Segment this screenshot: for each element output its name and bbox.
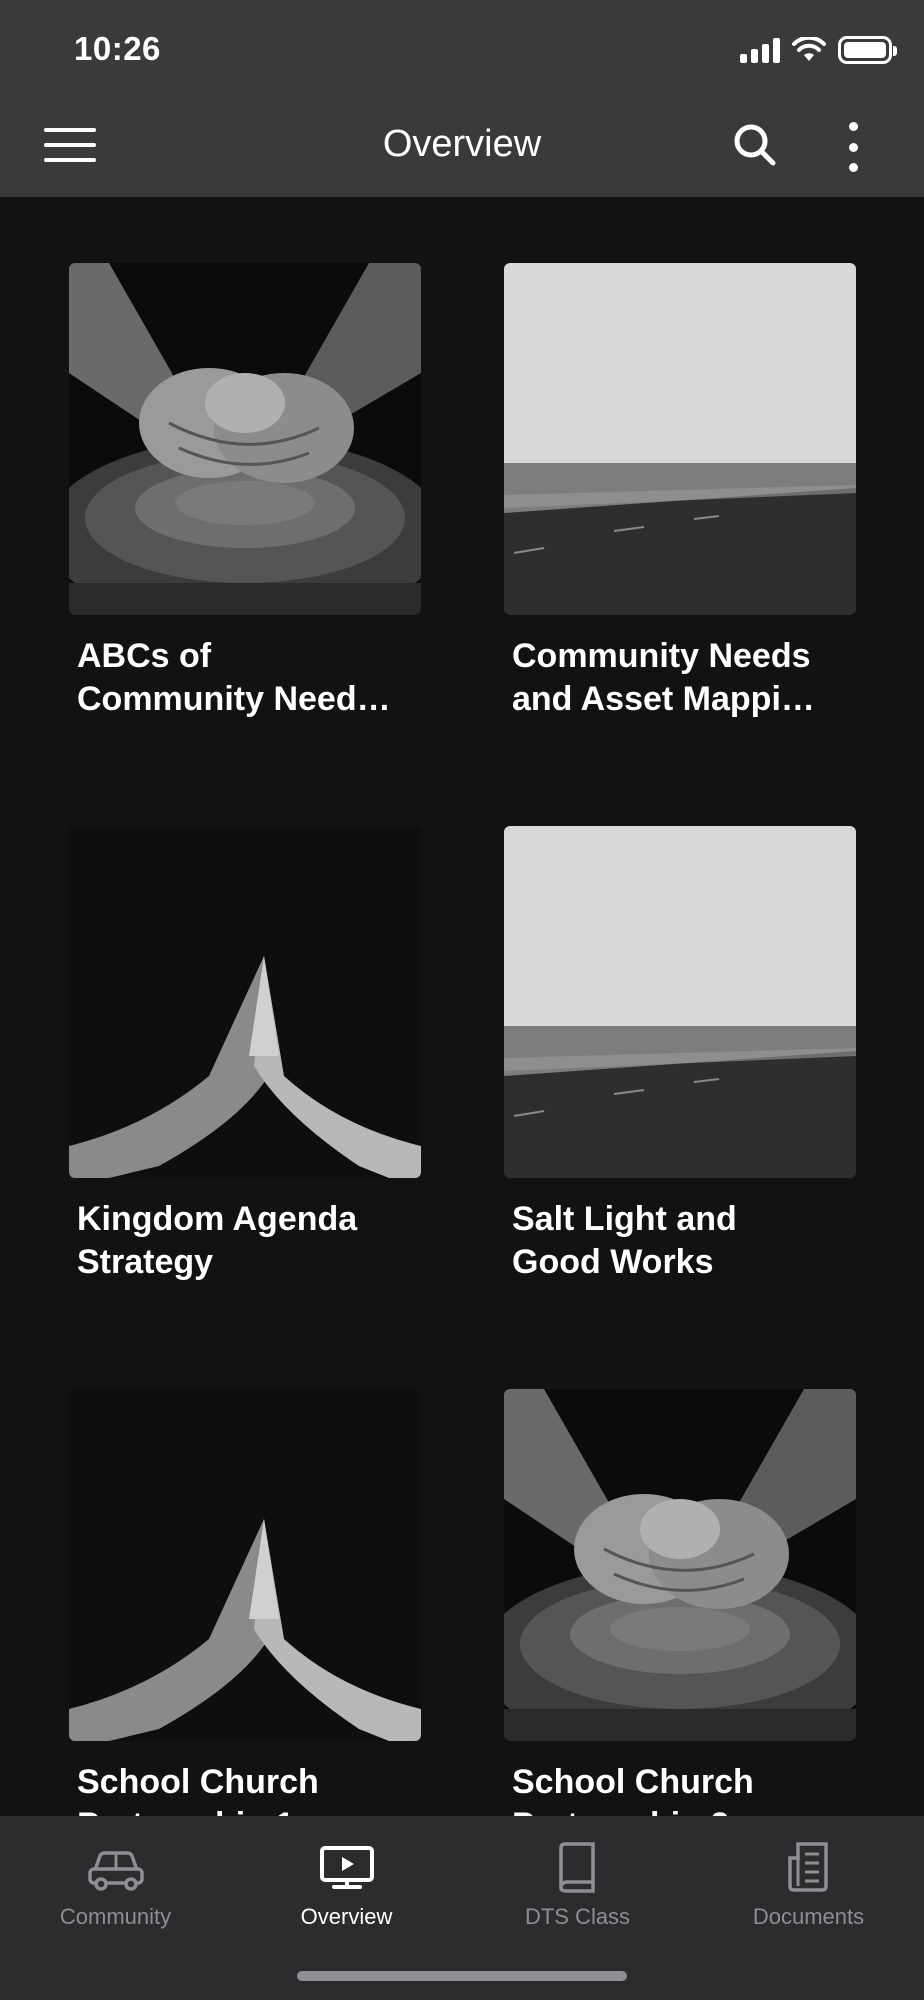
course-thumbnail: [504, 826, 856, 1178]
pottery-hands-image: [69, 263, 421, 615]
app-screen: 10:26 Overview ABCs of Community Need… C…: [0, 0, 924, 2000]
tab-overview[interactable]: Overview: [231, 1836, 462, 1956]
car-icon: [87, 1851, 144, 1891]
course-title: Salt Light and Good Works: [512, 1200, 737, 1281]
page-title: Overview: [382, 123, 542, 165]
sea-coast-image: [504, 826, 856, 1178]
tab-label: DTS Class: [524, 1904, 631, 1929]
cellular-signal-icon: [740, 37, 780, 63]
course-thumbnail: [69, 826, 421, 1178]
more-options-icon[interactable]: [846, 122, 860, 172]
course-title: ABCs of Community Need…: [77, 637, 391, 718]
course-thumbnail: [504, 263, 856, 615]
tab-label: Community: [59, 1904, 172, 1929]
course-card-2[interactable]: Community Needs and Asset Mappi…: [504, 263, 856, 721]
course-thumbnail: [504, 1389, 856, 1741]
top-bar: 10:26 Overview: [0, 0, 924, 197]
course-thumbnail: [69, 1389, 421, 1741]
course-card-4[interactable]: Salt Light and Good Works: [504, 826, 856, 1284]
document-icon: [787, 1842, 828, 1892]
course-thumbnail: [69, 263, 421, 615]
sea-coast-image: [504, 263, 856, 615]
battery-icon: [838, 36, 897, 64]
course-card-3[interactable]: Kingdom Agenda Strategy: [69, 826, 421, 1284]
course-title: Community Needs and Asset Mappi…: [512, 637, 815, 718]
praying-hands-image: [69, 1389, 421, 1741]
search-icon[interactable]: [731, 121, 779, 169]
tab-label: Overview: [300, 1904, 393, 1929]
course-card-1[interactable]: ABCs of Community Need…: [69, 263, 421, 721]
praying-hands-image: [69, 826, 421, 1178]
book-icon: [558, 1842, 595, 1893]
tab-community[interactable]: Community: [0, 1836, 231, 1956]
home-indicator[interactable]: [297, 1971, 627, 1981]
tab-dts-class[interactable]: DTS Class: [462, 1836, 693, 1956]
pottery-hands-image: [504, 1389, 856, 1741]
tab-label: Documents: [752, 1904, 865, 1929]
status-time: 10:26: [74, 30, 161, 67]
course-title: Kingdom Agenda Strategy: [77, 1200, 358, 1281]
wifi-icon: [792, 37, 826, 61]
tab-documents[interactable]: Documents: [693, 1836, 924, 1956]
course-card-6[interactable]: School Church Partnership 2: [504, 1389, 856, 1847]
course-card-5[interactable]: School Church Partnership 1: [69, 1389, 421, 1847]
status-icons: [740, 36, 897, 64]
tv-play-icon: [319, 1846, 374, 1889]
